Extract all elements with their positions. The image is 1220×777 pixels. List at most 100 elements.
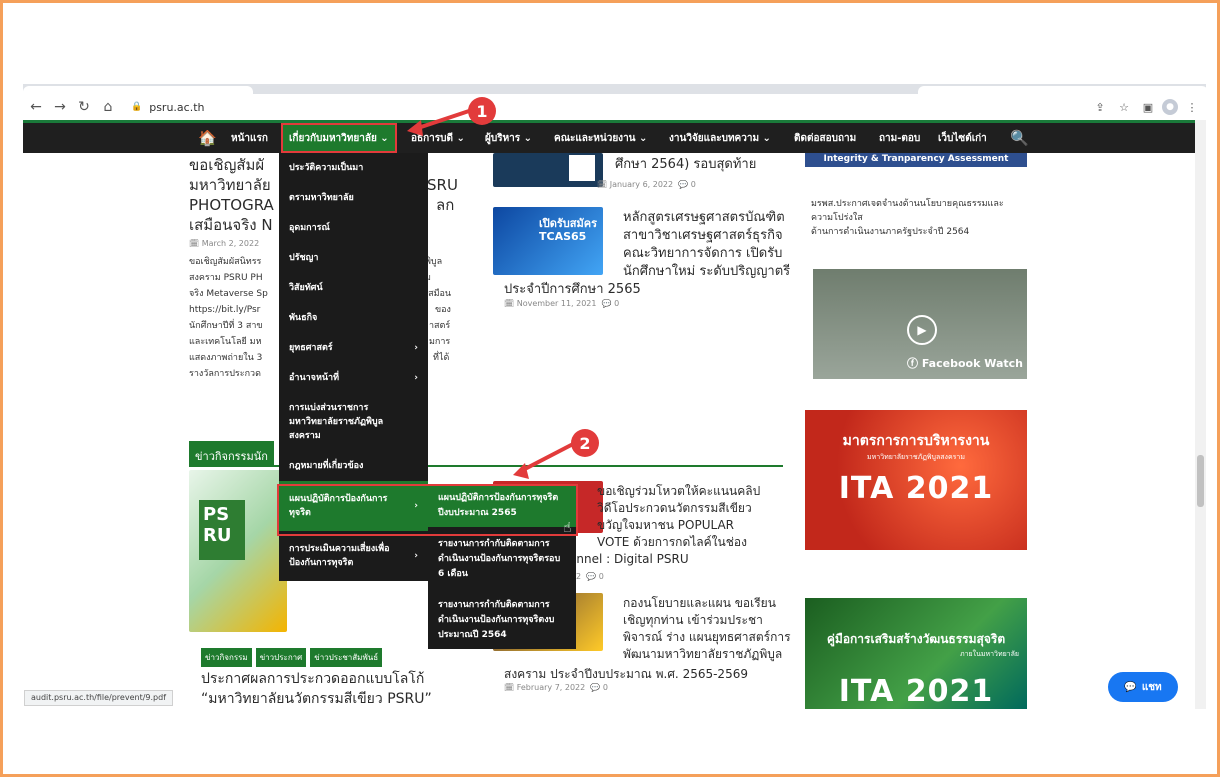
excerpt-line5b: าสตร์ xyxy=(429,321,451,331)
excerpt-line4b: ของ xyxy=(435,305,451,315)
menu-qa[interactable]: ถาม-ตอบ xyxy=(879,123,920,153)
dropdown-item[interactable]: อุดมการณ์ xyxy=(279,213,428,243)
ita-banner-measures[interactable]: มาตรการการบริหารงาน มหาวิทยาลัยราชภัฏพิบ… xyxy=(805,410,1027,550)
kebab-menu-icon[interactable]: ⋮ xyxy=(1182,97,1202,117)
tcas-article-image[interactable]: เปิดรับสมัคร TCAS65 xyxy=(493,207,603,275)
menu-executives-label: ผู้บริหาร xyxy=(485,132,521,144)
browser-window: ← → ↻ ⌂ 🔒 psru.ac.th ⇪ ☆ ▣ ● ⋮ 🏠 หน้าแรก… xyxy=(23,84,1206,709)
search-icon[interactable]: 🔍 xyxy=(1010,123,1029,153)
policy-article-meta: 🗓 February 7, 2022 💬 0 xyxy=(504,683,608,692)
left-date-text: March 2, 2022 xyxy=(201,239,260,248)
forward-icon[interactable]: → xyxy=(49,96,71,118)
page-viewport: 🏠 หน้าแรก เกี่ยวกับมหาวิทยาลัย ⌄ อธิการบ… xyxy=(23,120,1195,709)
bookmark-star-icon[interactable]: ☆ xyxy=(1114,97,1134,117)
tcas-article-meta: 🗓 November 11, 2021 💬 0 xyxy=(504,299,620,308)
chevron-right-icon: › xyxy=(414,343,418,353)
menu-contact[interactable]: ติดต่อสอบถาม xyxy=(794,123,856,153)
dropdown-item[interactable]: อำนาจหน้าที่ › xyxy=(279,363,428,393)
policy-line5[interactable]: สงคราม ประจำปีงบประมาณ พ.ศ. 2565-2569 xyxy=(504,664,748,684)
tcas-line4: นักศึกษาใหม่ ระดับปริญญาตรี xyxy=(623,264,791,279)
tag-announcement[interactable]: ข่าวประกาศ xyxy=(255,648,307,667)
menu-faculties[interactable]: คณะและหน่วยงาน ⌄ xyxy=(554,123,647,153)
dropdown-item[interactable]: ปรัชญา xyxy=(279,243,428,273)
dropdown-label: ประวัติความเป็นมา xyxy=(289,163,364,173)
top-article-title[interactable]: ศึกษา 2564) รอบสุดท้าย xyxy=(615,155,756,175)
dropdown-item[interactable]: กฎหมายที่เกี่ยวข้อง xyxy=(279,451,428,481)
facebook-video[interactable]: ▶ ⓕ Facebook Watch xyxy=(813,269,1027,379)
menu-oldsite[interactable]: เว็บไซต์เก่า xyxy=(938,123,987,153)
qr-code-icon xyxy=(569,155,595,181)
home-menu-icon[interactable]: 🏠 xyxy=(198,123,217,153)
vote-comments: 0 xyxy=(598,572,604,581)
menu-home[interactable]: หน้าแรก xyxy=(231,123,268,153)
sidepanel-icon[interactable]: ▣ xyxy=(1138,97,1158,117)
submenu-item[interactable]: รายงานการกำกับติดตามการดำเนินงานป้องกันก… xyxy=(428,588,576,649)
menu-faculties-label: คณะและหน่วยงาน xyxy=(554,132,636,144)
play-icon[interactable]: ▶ xyxy=(907,315,937,345)
left-title-line4: เสมือนจริง N xyxy=(189,216,273,234)
policy-link-line1: มรพส.ประกาศเจตจำนงด้านนโยบายคุณธรรมและ xyxy=(811,199,1004,209)
address-bar[interactable]: 🔒 psru.ac.th xyxy=(131,97,1091,117)
address-url[interactable]: psru.ac.th xyxy=(149,101,204,114)
dropdown-item[interactable]: ยุทธศาสตร์ › xyxy=(279,333,428,363)
tcas-article-title[interactable]: หลักสูตรเศรษฐศาสตรบัณฑิต สาขาวิชาเศรษฐศา… xyxy=(623,209,790,281)
dropdown-item[interactable]: วิสัยทัศน์ xyxy=(279,273,428,303)
vote-line5: annel : Digital PSRU xyxy=(569,552,689,566)
menu-about-label: เกี่ยวกับมหาวิทยาลัย xyxy=(289,132,377,144)
tag-activity[interactable]: ข่าวกิจกรรม xyxy=(201,648,252,667)
messenger-icon: 💬 xyxy=(1124,681,1137,693)
excerpt-line5: นักศึกษาปีที่ 3 สาข xyxy=(189,321,263,331)
share-icon[interactable]: ⇪ xyxy=(1090,97,1110,117)
dropdown-item[interactable]: พันธกิจ xyxy=(279,303,428,333)
menu-research[interactable]: งานวิจัยและบทความ ⌄ xyxy=(669,123,771,153)
ita-header-banner[interactable]: Integrity & Tranparency Assessment xyxy=(805,153,1027,167)
reload-icon[interactable]: ↻ xyxy=(73,96,95,118)
browser-tab[interactable] xyxy=(23,86,253,94)
policy-links[interactable]: มรพส.ประกาศเจตจำนงด้านนโยบายคุณธรรมและ ค… xyxy=(805,197,1027,239)
banner1-ita: ITA 2021 xyxy=(838,471,994,506)
dropdown-label: การประเมินความเสี่ยงเพื่อป้องกันการทุจริ… xyxy=(289,544,390,568)
banner1-sub: มหาวิทยาลัยราชภัฏพิบูลสงคราม xyxy=(867,453,965,461)
chat-label: แชท xyxy=(1141,681,1162,693)
excerpt-line2: สงคราม PSRU PH xyxy=(189,273,263,283)
top-article-image[interactable] xyxy=(493,153,603,187)
browser-tab-new[interactable] xyxy=(918,86,1206,94)
menu-executives[interactable]: ผู้บริหาร ⌄ xyxy=(485,123,532,153)
banner2-sub: ภายในมหาวิทยาลัย xyxy=(960,650,1019,658)
dropdown-item[interactable]: การแบ่งส่วนราชการมหาวิทยาลัยราชภัฏพิบูลส… xyxy=(279,393,428,451)
tcas-line3: คณะวิทยาการจัดการ เปิดรับ xyxy=(623,246,783,261)
left-article-image[interactable]: PS RU xyxy=(189,470,287,632)
dropdown-item[interactable]: ประวัติความเป็นมา xyxy=(279,153,428,183)
submenu-item[interactable]: รายงานการกำกับติดตามการดำเนินงานป้องกันก… xyxy=(428,527,576,588)
excerpt-line3: จริง Metaverse Sp xyxy=(189,289,268,299)
bottom-article-title[interactable]: ประกาศผลการประกวดออกแบบโลโก้ “มหาวิทยาลั… xyxy=(201,669,501,709)
tcas-line5[interactable]: ประจำปีการศึกษา 2565 xyxy=(504,280,641,300)
top-comments: 0 xyxy=(690,180,696,189)
excerpt-line7b: ที่ได้ xyxy=(433,353,450,363)
vote-article-title[interactable]: ขอเชิญร่วมโหวตให้คะแนนคลิป วิดีโอประกวดน… xyxy=(569,483,760,568)
tcas-badge: เปิดรับสมัคร TCAS65 xyxy=(539,217,598,243)
tag-pr[interactable]: ข่าวประชาสัมพันธ์ xyxy=(310,648,383,667)
policy-article-title[interactable]: กองนโยบายและแผน ขอเรียน เชิญทุกท่าน เข้า… xyxy=(623,595,791,663)
menu-president[interactable]: อธิการบดี ⌄ xyxy=(411,123,465,153)
dropdown-item[interactable]: ตรามหาวิทยาลัย xyxy=(279,183,428,213)
scrollbar-thumb[interactable] xyxy=(1197,455,1204,507)
ita-banner-culture[interactable]: คู่มือการเสริมสร้างวัฒนธรรมสุจริต ภายในม… xyxy=(805,598,1027,709)
chevron-right-icon: › xyxy=(414,373,418,383)
back-icon[interactable]: ← xyxy=(25,96,47,118)
top-article-meta: 🗓 January 6, 2022 💬 0 xyxy=(597,180,696,189)
banner2-title: คู่มือการเสริมสร้างวัฒนธรรมสุจริต xyxy=(826,632,1006,646)
home-icon[interactable]: ⌂ xyxy=(97,96,119,118)
page-scrollbar[interactable] xyxy=(1195,120,1206,709)
facebook-watch-label: ⓕ Facebook Watch xyxy=(906,357,1023,370)
policy-line1: กองนโยบายและแผน ขอเรียน xyxy=(623,596,776,610)
excerpt-line6b: มการ xyxy=(429,337,451,347)
bottom-title-line2: “มหาวิทยาลัยนวัตกรรมสีเขียว PSRU” xyxy=(201,691,432,707)
menu-about[interactable]: เกี่ยวกับมหาวิทยาลัย ⌄ xyxy=(281,123,397,153)
dropdown-item[interactable]: การประเมินความเสี่ยงเพื่อป้องกันการทุจริ… xyxy=(279,531,428,581)
banner1-title: มาตรการการบริหารงาน xyxy=(842,433,990,449)
category-tags: ข่าวกิจกรรม ข่าวประกาศ ข่าวประชาสัมพันธ์ xyxy=(201,648,383,667)
chat-button[interactable]: 💬 แชท xyxy=(1108,672,1178,702)
excerpt-line8: รางวัลการประกวด xyxy=(189,369,261,379)
profile-avatar-icon[interactable]: ● xyxy=(1162,99,1178,115)
